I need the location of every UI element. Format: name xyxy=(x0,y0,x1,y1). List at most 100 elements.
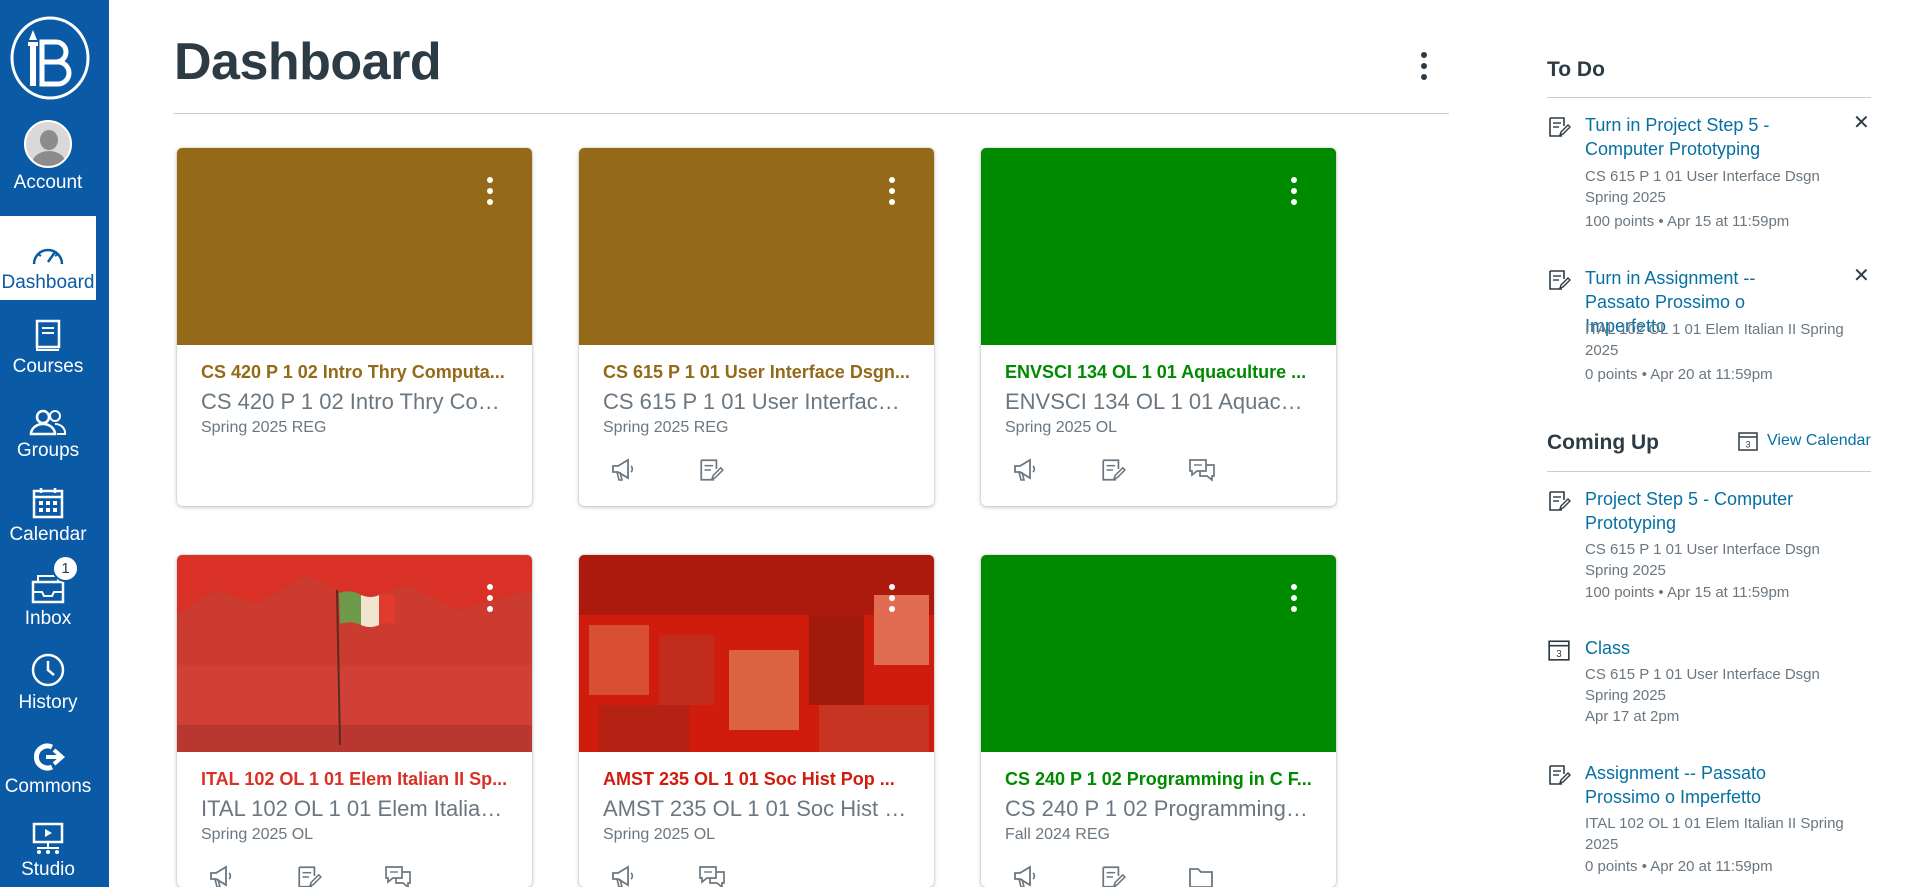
course-card-subtitle: ENVSCI 134 OL 1 01 Aquacul... xyxy=(1005,389,1312,414)
course-card-info: AMST 235 OL 1 01 Soc Hist Pop ... AMST 23… xyxy=(579,752,934,844)
course-card-term: Spring 2025 OL xyxy=(603,826,716,843)
course-card-info: CS 420 P 1 02 Intro Thry Computa... CS 42… xyxy=(177,345,532,437)
course-card[interactable]: CS 615 P 1 01 User Interface Dsgn... CS 6… xyxy=(579,148,934,506)
course-card-hero-image[interactable] xyxy=(981,555,1336,752)
course-card-title-link[interactable]: CS 615 P 1 01 User Interface Dsgn... xyxy=(603,361,910,383)
announcements-icon[interactable] xyxy=(1011,455,1099,485)
coming-up-item: Assignment -- Passato Prossimo o Imperfe… xyxy=(1547,761,1877,881)
announcements-icon[interactable] xyxy=(1011,862,1099,887)
nav-commons[interactable]: Commons xyxy=(0,720,96,804)
course-card-hero-image[interactable] xyxy=(981,148,1336,345)
card-options-more-icon[interactable] xyxy=(480,174,500,208)
svg-text:3: 3 xyxy=(1556,649,1562,660)
nav-history[interactable]: History xyxy=(0,636,96,720)
assignment-icon xyxy=(1549,765,1571,785)
card-options-more-icon[interactable] xyxy=(882,581,902,615)
card-options-more-icon[interactable] xyxy=(882,174,902,208)
card-options-more-icon[interactable] xyxy=(480,581,500,615)
coming-up-item-link[interactable]: Assignment -- Passato Prossimo o Imperfe… xyxy=(1585,761,1835,809)
todo-item: Turn in Project Step 5 - Computer Protot… xyxy=(1547,113,1877,243)
course-card-actions xyxy=(579,844,934,887)
card-options-more-icon[interactable] xyxy=(1284,581,1304,615)
course-card-title-link[interactable]: ITAL 102 OL 1 01 Elem Italian II Sp... xyxy=(201,768,508,790)
page-title: Dashboard xyxy=(174,33,442,91)
nav-groups[interactable]: Groups xyxy=(0,384,96,468)
course-card-hero-image[interactable] xyxy=(177,148,532,345)
todo-item: Turn in Assignment -- Passato Prossimo o… xyxy=(1547,266,1877,396)
nav-commons-label: Commons xyxy=(4,776,92,797)
course-card-hero-image[interactable] xyxy=(177,555,532,752)
course-card-info: CS 615 P 1 01 User Interface Dsgn... CS 6… xyxy=(579,345,934,437)
nav-dashboard[interactable]: Dashboard xyxy=(0,216,96,300)
course-card-info: ITAL 102 OL 1 01 Elem Italian II Sp... IT… xyxy=(177,752,532,844)
announcements-icon[interactable] xyxy=(609,455,697,485)
announcements-icon[interactable] xyxy=(609,862,697,887)
nav-calendar[interactable]: Calendar xyxy=(0,468,96,552)
todo-item-course: CS 615 P 1 01 User Interface Dsgn Spring… xyxy=(1585,168,1820,206)
course-card-actions xyxy=(981,437,1336,485)
discussions-icon[interactable] xyxy=(697,862,785,887)
nav-studio-label: Studio xyxy=(21,859,75,880)
nav-account[interactable]: Account xyxy=(0,116,96,200)
calendar-day-icon: 3 xyxy=(1738,432,1758,451)
course-card[interactable]: CS 240 P 1 02 Programming in C F... CS 24… xyxy=(981,555,1336,887)
todo-heading: To Do xyxy=(1547,58,1605,81)
coming-up-item-link[interactable]: Class xyxy=(1585,636,1825,660)
course-card-info: ENVSCI 134 OL 1 01 Aquaculture ... ENVSCI… xyxy=(981,345,1336,437)
dismiss-close-icon[interactable]: ✕ xyxy=(1853,113,1870,133)
inbox-unread-badge: 1 xyxy=(52,555,79,582)
todo-item-course: ITAL 102 OL 1 01 Elem Italian II Spring … xyxy=(1585,321,1844,359)
todo-item-link[interactable]: Turn in Project Step 5 - Computer Protot… xyxy=(1585,113,1825,161)
course-card-term: Spring 2025 REG xyxy=(201,419,327,436)
course-card-title-link[interactable]: CS 420 P 1 02 Intro Thry Computa... xyxy=(201,361,508,383)
header-divider xyxy=(174,113,1449,114)
view-calendar-label: View Calendar xyxy=(1767,432,1871,449)
course-card-subtitle: CS 240 P 1 02 Programming i... xyxy=(1005,796,1312,821)
global-navigation: Account Dashboard Courses Groups Calenda… xyxy=(0,0,109,887)
assignments-icon[interactable] xyxy=(1099,455,1187,485)
course-card-actions xyxy=(579,437,934,485)
course-card-actions xyxy=(177,844,532,887)
discussions-icon[interactable] xyxy=(383,862,471,887)
school-logo-icon[interactable] xyxy=(8,16,92,100)
course-card-subtitle: AMST 235 OL 1 01 Soc Hist P... xyxy=(603,796,910,821)
course-card[interactable]: ENVSCI 134 OL 1 01 Aquaculture ... ENVSCI… xyxy=(981,148,1336,506)
course-card-hero-image[interactable] xyxy=(579,555,934,752)
coming-up-item-course: CS 615 P 1 01 User Interface Dsgn Spring… xyxy=(1585,666,1820,704)
calendar-event-icon: 3 xyxy=(1548,640,1570,661)
groups-icon xyxy=(29,409,67,436)
course-card-hero-image[interactable] xyxy=(579,148,934,345)
discussions-icon[interactable] xyxy=(1187,455,1275,485)
nav-courses[interactable]: Courses xyxy=(0,300,96,384)
nav-courses-label: Courses xyxy=(12,356,84,377)
card-options-more-icon[interactable] xyxy=(1284,174,1304,208)
course-card-title-link[interactable]: ENVSCI 134 OL 1 01 Aquaculture ... xyxy=(1005,361,1312,383)
coming-up-item-course: ITAL 102 OL 1 01 Elem Italian II Spring … xyxy=(1585,815,1844,853)
dashboard-icon xyxy=(32,248,64,265)
assignments-icon[interactable] xyxy=(1099,862,1187,887)
view-calendar-link[interactable]: 3 View Calendar xyxy=(1737,430,1871,452)
course-card[interactable]: AMST 235 OL 1 01 Soc Hist Pop ... AMST 23… xyxy=(579,555,934,887)
coming-up-item-due: Apr 17 at 2pm xyxy=(1585,708,1680,725)
nav-inbox[interactable]: Inbox xyxy=(0,552,96,636)
todo-item-due: 100 points • Apr 15 at 11:59pm xyxy=(1585,213,1790,230)
assignments-icon[interactable] xyxy=(295,862,383,887)
dismiss-close-icon[interactable]: ✕ xyxy=(1853,266,1870,286)
course-card-subtitle: ITAL 102 OL 1 01 Elem Italian ... xyxy=(201,796,508,821)
announcements-icon[interactable] xyxy=(207,862,295,887)
dashboard-options-button[interactable] xyxy=(1410,48,1438,84)
nav-groups-label: Groups xyxy=(16,440,80,461)
course-card[interactable]: ITAL 102 OL 1 01 Elem Italian II Sp... IT… xyxy=(177,555,532,887)
coming-up-item-link[interactable]: Project Step 5 - Computer Prototyping xyxy=(1585,487,1825,535)
course-card[interactable]: CS 420 P 1 02 Intro Thry Computa... CS 42… xyxy=(177,148,532,506)
assignments-icon[interactable] xyxy=(697,455,785,485)
todo-divider xyxy=(1547,97,1871,98)
files-icon[interactable] xyxy=(1187,862,1275,887)
course-card-title-link[interactable]: CS 240 P 1 02 Programming in C F... xyxy=(1005,768,1312,790)
coming-up-item-due: 100 points • Apr 15 at 11:59pm xyxy=(1585,584,1790,601)
course-card-title-link[interactable]: AMST 235 OL 1 01 Soc Hist Pop ... xyxy=(603,768,910,790)
course-card-term: Spring 2025 OL xyxy=(201,826,314,843)
course-card-term: Spring 2025 OL xyxy=(1005,419,1118,436)
nav-studio[interactable]: Studio xyxy=(0,803,96,887)
course-card-term: Fall 2024 REG xyxy=(1005,826,1110,843)
